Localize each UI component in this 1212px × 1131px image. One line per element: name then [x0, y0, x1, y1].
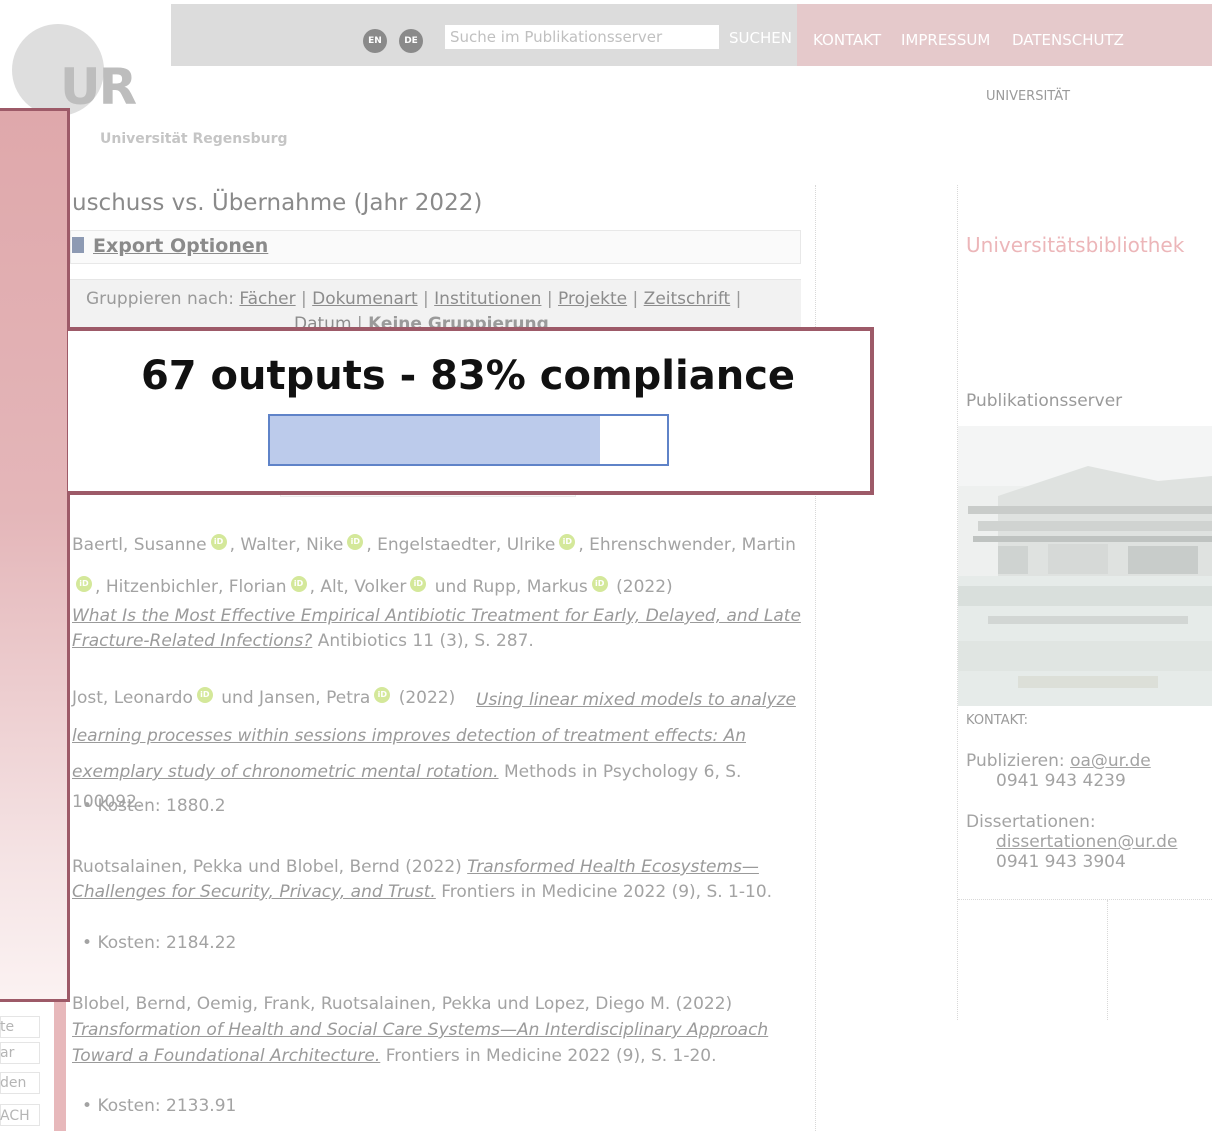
side-panel-strip: [54, 1002, 66, 1131]
publication-cost: • Kosten: 1880.2: [72, 794, 802, 819]
group-institutionen-link[interactable]: Institutionen: [434, 289, 541, 309]
bullet: •: [82, 796, 93, 816]
sidebar-diss-contact: Dissertationen: dissertationen@ur.de 094…: [966, 812, 1178, 872]
orcid-icon[interactable]: iD: [347, 534, 364, 550]
compliance-progress-bar: [268, 414, 669, 466]
group-none-active: Keine Gruppierung: [368, 314, 549, 328]
logo[interactable]: UR: [60, 62, 137, 112]
group-datum-link[interactable]: Datum: [294, 314, 352, 328]
library-building-photo: [958, 426, 1212, 706]
orcid-icon[interactable]: iD: [410, 576, 427, 592]
nav-universitaet[interactable]: UNIVERSITÄT: [986, 89, 1070, 104]
search-button[interactable]: SUCHEN: [729, 29, 792, 47]
nav-kontakt[interactable]: KONTAKT: [813, 31, 881, 49]
triangle-down-icon[interactable]: [72, 237, 84, 253]
group-by-label: Gruppieren nach:: [86, 289, 240, 309]
sidebar-library-title[interactable]: Universitätsbibliothek: [966, 233, 1184, 257]
left-menu-fragment: den: [0, 1075, 27, 1091]
university-name: Universität Regensburg: [100, 131, 288, 147]
group-zeitschrift-link[interactable]: Zeitschrift: [644, 289, 731, 309]
publication-source: Frontiers in Medicine 2022 (9), S. 1-20.: [385, 1046, 717, 1066]
bullet: •: [82, 1096, 93, 1116]
group-projekte-link[interactable]: Projekte: [558, 289, 627, 309]
publication-source: Antibiotics 11 (3), S. 287.: [317, 631, 534, 651]
orcid-icon[interactable]: iD: [559, 534, 576, 550]
publication-cost: • Kosten: 2133.91: [72, 1094, 802, 1119]
compliance-summary: 67 outputs - 83% compliance: [140, 353, 796, 399]
sidebar-contact-label: KONTAKT:: [966, 713, 1029, 728]
publish-email-link[interactable]: oa@ur.de: [1070, 751, 1151, 771]
sidebar-publish-contact: Publizieren: oa@ur.de 0941 943 4239: [966, 751, 1151, 791]
publication-cost: • Kosten: 2184.22: [72, 931, 802, 956]
group-by-line: Gruppieren nach: Fächer | Dokumenart | I…: [86, 289, 742, 309]
orcid-icon[interactable]: iD: [591, 576, 608, 592]
export-options-link[interactable]: Export Optionen: [93, 235, 268, 257]
page-title: uschuss vs. Übernahme (Jahr 2022): [72, 190, 483, 216]
column-divider: [1107, 900, 1108, 1020]
lang-en-button[interactable]: EN: [363, 29, 387, 53]
orcid-icon[interactable]: iD: [290, 576, 307, 592]
nav-impressum[interactable]: IMPRESSUM: [901, 31, 990, 49]
publication-item: What Is the Most Effective Empirical Ant…: [72, 604, 802, 654]
compliance-progress-fill: [270, 416, 600, 464]
left-menu-fragment: te: [0, 1019, 15, 1035]
side-panel-overlay[interactable]: [0, 108, 70, 1002]
lang-de-button[interactable]: DE: [399, 29, 423, 53]
publication-source: Frontiers in Medicine 2022 (9), S. 1-10.: [441, 882, 773, 902]
publication-item: Blobel, Bernd, Oemig, Frank, Ruotsalaine…: [72, 994, 769, 1066]
nav-datenschutz[interactable]: DATENSCHUTZ: [1012, 31, 1124, 49]
sidebar-server-title: Publikationsserver: [966, 391, 1123, 411]
diss-email-link[interactable]: dissertationen@ur.de: [996, 832, 1177, 852]
orcid-icon[interactable]: iD: [210, 534, 227, 550]
publication-item: Baertl, Susanne iD, Walter, Nike iD, Engel…: [72, 534, 796, 597]
compliance-summary-panel: 67 outputs - 83% compliance: [68, 327, 874, 495]
sidebar-divider: [958, 899, 1212, 900]
group-dokumentart-link[interactable]: Dokumenart: [312, 289, 417, 309]
search-input[interactable]: [445, 25, 719, 49]
group-by-line-2: Datum | Keine Gruppierung: [294, 314, 549, 328]
orcid-icon[interactable]: iD: [76, 576, 92, 592]
left-menu-fragment: ar: [0, 1045, 15, 1061]
group-faecher-link[interactable]: Fächer: [239, 289, 295, 309]
left-menu-fragment: ACH: [0, 1108, 30, 1124]
publication-item: Ruotsalainen, Pekka und Blobel, Bernd (2…: [72, 857, 773, 902]
bullet: •: [82, 933, 93, 953]
